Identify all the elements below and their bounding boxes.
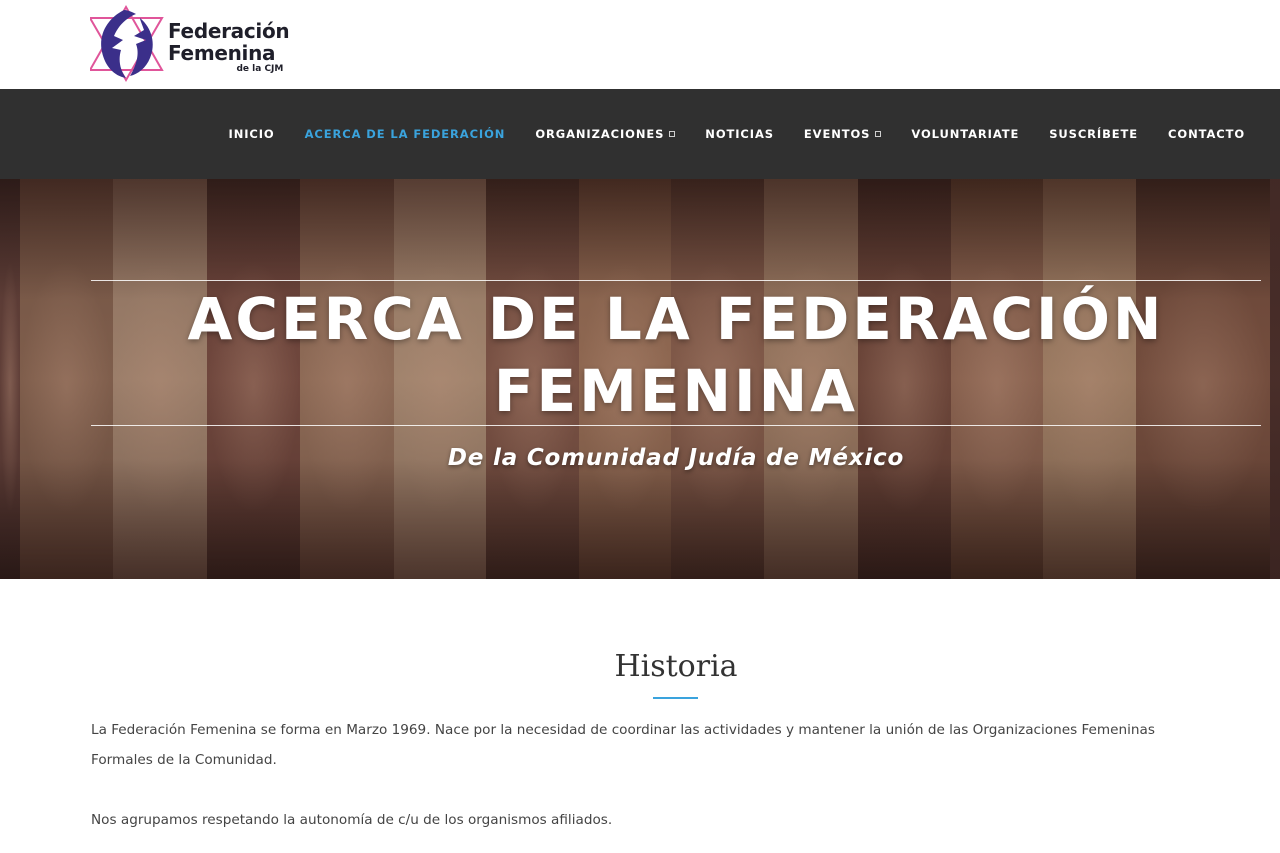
star-of-david-logo-icon (90, 4, 164, 82)
logo-line-3: de la CJM (236, 64, 284, 74)
dropdown-indicator-icon (669, 131, 676, 137)
section-title: Historia (614, 649, 738, 684)
dropdown-indicator-icon (875, 131, 882, 137)
nav-item-voluntariate[interactable]: VOLUNTARIATE (911, 127, 1019, 141)
hero-bottom-divider (91, 425, 1261, 426)
nav-item-organizaciones[interactable]: ORGANIZACIONES (535, 127, 676, 141)
nav-item-label: EVENTOS (803, 127, 871, 141)
history-paragraph-1: La Federación Femenina se forma en Marzo… (91, 722, 1155, 768)
nav-item-inicio[interactable]: INICIO (229, 127, 275, 141)
nav-item-label: ORGANIZACIONES (535, 127, 665, 141)
nav-item-label: NOTICIAS (705, 127, 774, 141)
nav-menu: INICIO ACERCA DE LA FEDERACIÓN ORGANIZACIO… (199, 89, 1245, 179)
hero-subtitle: De la Comunidad Judía de México (447, 445, 905, 471)
nav-item-contacto[interactable]: CONTACTO (1168, 127, 1245, 141)
nav-item-label: CONTACTO (1168, 127, 1245, 141)
logo-line-1: Federación (168, 19, 290, 43)
nav-item-label: VOLUNTARIATE (911, 127, 1020, 141)
nav-item-label: ACERCA DE LA FEDERACIÓN (304, 127, 506, 141)
site-header: Federación Femenina de la CJM (0, 0, 1280, 89)
hero-top-divider (91, 280, 1261, 281)
nav-item-acerca-de-la-federación[interactable]: ACERCA DE LA FEDERACIÓN (305, 127, 506, 141)
logo-wordmark: Federación Femenina de la CJM (168, 19, 290, 74)
nav-item-noticias[interactable]: NOTICIAS (705, 127, 774, 141)
nav-item-label: SUSCRÍBETE (1049, 127, 1139, 141)
nav-item-suscríbete[interactable]: SUSCRÍBETE (1049, 127, 1138, 141)
history-paragraph-2: Nos agrupamos respetando la autonomía de… (91, 812, 613, 828)
nav-item-eventos[interactable]: EVENTOS (803, 127, 882, 141)
main-navigation: INICIO ACERCA DE LA FEDERACIÓN ORGANIZACIO… (0, 89, 1280, 179)
site-logo[interactable]: Federación Femenina de la CJM (90, 4, 290, 84)
hero-banner: ACERCA DE LA FEDERACIÓN FEMENINA De la C… (0, 179, 1280, 579)
section-title-underline (653, 697, 698, 699)
hero-title: ACERCA DE LA FEDERACIÓN FEMENINA (187, 285, 1165, 425)
logo-line-2: Femenina (168, 41, 276, 65)
nav-item-label: INICIO (228, 127, 275, 141)
